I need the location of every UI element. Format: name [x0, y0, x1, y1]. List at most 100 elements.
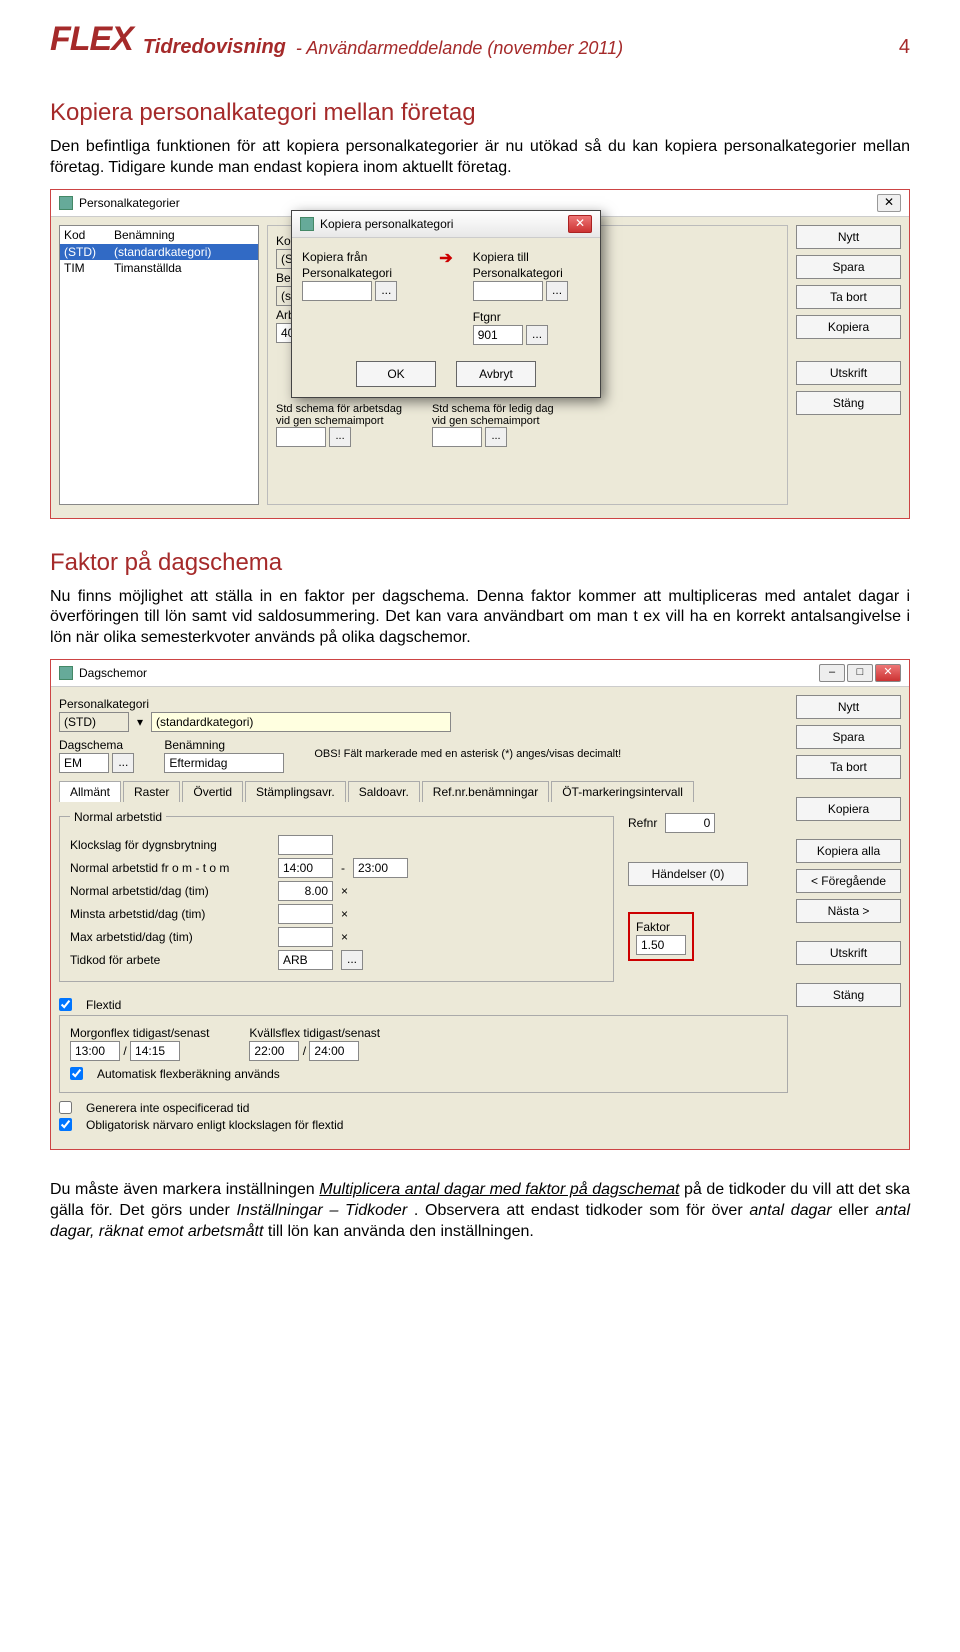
benamning-field[interactable]: Eftermidag [164, 753, 284, 773]
stang-button[interactable]: Stäng [796, 983, 901, 1007]
arrow-right-icon: ➔ [439, 248, 452, 345]
section1-body: Den befintliga funktionen för att kopier… [50, 137, 910, 179]
tidkod-field[interactable]: ARB [278, 950, 333, 970]
list-row[interactable]: (STD) (standardkategori) [60, 244, 258, 260]
tab-refnr[interactable]: Ref.nr.benämningar [422, 781, 549, 802]
tab-stamplingsavr[interactable]: Stämplingsavr. [245, 781, 346, 802]
tab-allmant[interactable]: Allmänt [59, 781, 121, 802]
klockslag-field[interactable] [278, 835, 333, 855]
spara-button[interactable]: Spara [796, 255, 901, 279]
col-kod: Kod [64, 228, 114, 242]
label-morgonflex: Morgonflex tidigast/senast [70, 1026, 209, 1040]
label-ftgnr: Ftgnr [473, 310, 590, 324]
nytt-button[interactable]: Nytt [796, 695, 901, 719]
modal-icon [300, 217, 314, 231]
browse-button[interactable]: ... [112, 753, 134, 773]
autoflex-checkbox[interactable] [70, 1067, 83, 1080]
tab-saldoavr[interactable]: Saldoavr. [348, 781, 420, 802]
perdag-field[interactable]: 8.00 [278, 881, 333, 901]
flextid-checkbox[interactable] [59, 998, 72, 1011]
close-icon[interactable]: ✕ [568, 215, 592, 233]
oblig-checkbox[interactable] [59, 1118, 72, 1131]
spara-button[interactable]: Spara [796, 725, 901, 749]
tab-bar: Allmänt Raster Övertid Stämplingsavr. Sa… [59, 781, 788, 802]
cell-ben: Timanställda [114, 261, 182, 275]
faktor-field[interactable]: 1.50 [636, 935, 686, 955]
browse-button[interactable]: ... [375, 281, 397, 301]
close-icon[interactable]: ✕ [877, 194, 901, 212]
minsta-field[interactable] [278, 904, 333, 924]
obs-note: OBS! Fält markerade med en asterisk (*) … [314, 748, 621, 760]
utskrift-button[interactable]: Utskrift [796, 941, 901, 965]
browse-button[interactable]: ... [546, 281, 568, 301]
close-icon[interactable]: ✕ [875, 664, 901, 682]
label-personalkategori: Personalkategori [302, 266, 419, 280]
footer-t3: . Observera att endast tidkoder som för … [414, 1202, 749, 1219]
morgon2-field[interactable]: 14:15 [130, 1041, 180, 1061]
actions-column: Nytt Spara Ta bort Kopiera Kopiera alla … [796, 695, 901, 1135]
page-number: 4 [899, 36, 910, 59]
tab-otmark[interactable]: ÖT-markeringsintervall [551, 781, 694, 802]
browse-button[interactable]: ... [329, 427, 351, 447]
nytt-button[interactable]: Nytt [796, 225, 901, 249]
utskrift-button[interactable]: Utskrift [796, 361, 901, 385]
kopiera-alla-button[interactable]: Kopiera alla [796, 839, 901, 863]
screenshot-dagschemor: Dagschemor – □ ✕ Personalkategori (STD) … [50, 659, 910, 1150]
dropdown-icon[interactable]: ▾ [135, 715, 145, 729]
window-title: Personalkategorier [79, 196, 180, 210]
browse-button[interactable]: ... [485, 427, 507, 447]
handelser-button[interactable]: Händelser (0) [628, 862, 748, 886]
ftgnr-field[interactable]: 901 [473, 325, 523, 345]
label-perdag: Normal arbetstid/dag (tim) [70, 884, 270, 898]
from-pk-field[interactable] [302, 281, 372, 301]
cell-kod: (STD) [64, 245, 114, 259]
kopiera-button[interactable]: Kopiera [796, 315, 901, 339]
ok-button[interactable]: OK [356, 361, 436, 387]
tab-overtid[interactable]: Övertid [182, 781, 243, 802]
kvall2-field[interactable]: 24:00 [309, 1041, 359, 1061]
footer-em3: antal dagar [749, 1202, 831, 1219]
genospec-checkbox[interactable] [59, 1101, 72, 1114]
footer-label-1: Std schema för arbetsdagvid gen schemaim… [276, 403, 402, 427]
minimize-icon[interactable]: – [819, 664, 845, 682]
tabort-button[interactable]: Ta bort [796, 755, 901, 779]
maximize-icon[interactable]: □ [847, 664, 873, 682]
tab-raster[interactable]: Raster [123, 781, 180, 802]
dagschema-field[interactable]: EM [59, 753, 109, 773]
label-autoflex: Automatisk flexberäkning används [97, 1067, 280, 1081]
footer-label-2: Std schema för ledig dagvid gen schemaim… [432, 403, 554, 427]
browse-button[interactable]: ... [526, 325, 548, 345]
section2-title: Faktor på dagschema [50, 549, 910, 577]
to-pk-field[interactable] [473, 281, 543, 301]
form-main: Personalkategori (STD) ▾ (standardkatego… [59, 695, 788, 1135]
legend-normal: Normal arbetstid [70, 810, 166, 824]
tom-field[interactable]: 23:00 [353, 858, 408, 878]
modal-title: Kopiera personalkategori [320, 217, 453, 231]
label-kvallsflex: Kvällsflex tidigast/senast [249, 1026, 380, 1040]
refnr-field[interactable]: 0 [665, 813, 715, 833]
schema-arbetsdag-field[interactable] [276, 427, 326, 447]
label-max: Max arbetstid/dag (tim) [70, 930, 270, 944]
app-icon [59, 666, 73, 680]
label-from-tom: Normal arbetstid fr o m - t o m [70, 861, 270, 875]
morgon1-field[interactable]: 13:00 [70, 1041, 120, 1061]
section1-title: Kopiera personalkategori mellan företag [50, 99, 910, 127]
category-listbox[interactable]: Kod Benämning (STD) (standardkategori) T… [59, 225, 259, 505]
doc-title: Tidredovisning [143, 36, 286, 59]
browse-button[interactable]: ... [341, 950, 363, 970]
kvall1-field[interactable]: 22:00 [249, 1041, 299, 1061]
label-dagschema: Dagschema [59, 738, 134, 752]
label-klockslag: Klockslag för dygnsbrytning [70, 838, 270, 852]
list-row[interactable]: TIM Timanställda [60, 260, 258, 276]
kopiera-button[interactable]: Kopiera [796, 797, 901, 821]
avbryt-button[interactable]: Avbryt [456, 361, 536, 387]
from-field[interactable]: 14:00 [278, 858, 333, 878]
schema-ledigdag-field[interactable] [432, 427, 482, 447]
tabort-button[interactable]: Ta bort [796, 285, 901, 309]
pk-code-field[interactable]: (STD) [59, 712, 129, 732]
max-field[interactable] [278, 927, 333, 947]
foregaende-button[interactable]: < Föregående [796, 869, 901, 893]
col-benamning: Benämning [114, 228, 175, 242]
stang-button[interactable]: Stäng [796, 391, 901, 415]
nasta-button[interactable]: Nästa > [796, 899, 901, 923]
